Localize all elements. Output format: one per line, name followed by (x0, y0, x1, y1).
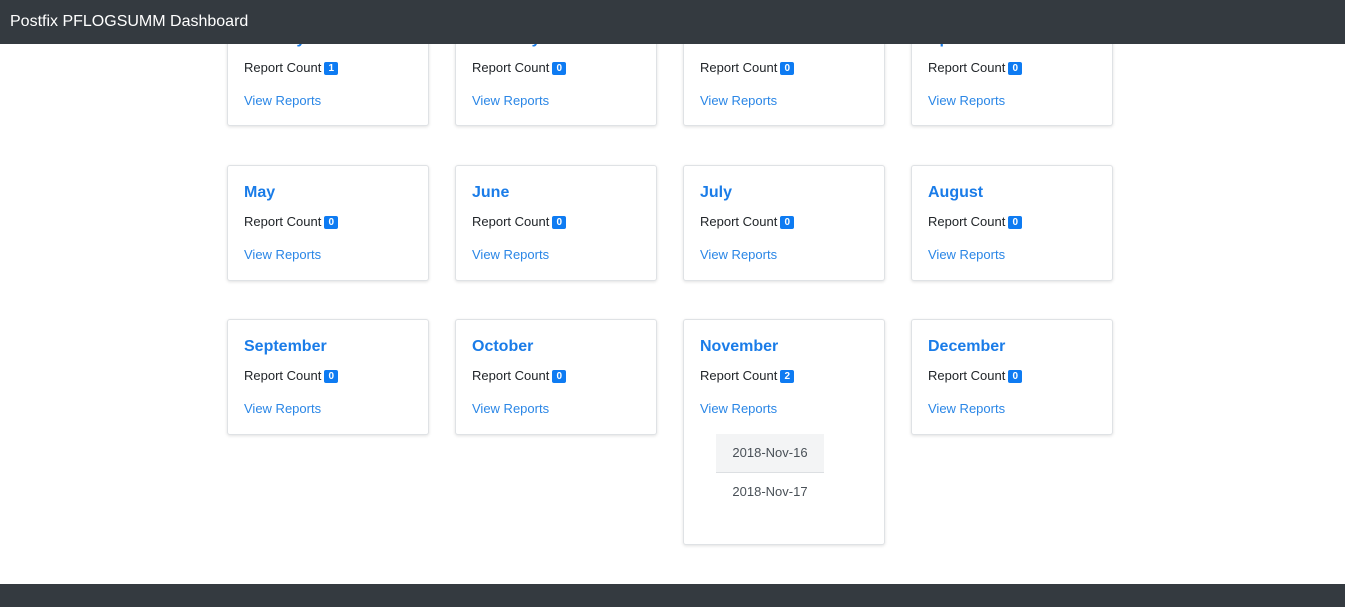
report-count: Report Count 0 (700, 60, 795, 76)
view-reports-link[interactable]: View Reports (700, 401, 777, 417)
report-count-label: Report Count (928, 368, 1006, 383)
month-card-may: May Report Count 0 View Reports (227, 165, 429, 281)
report-count-label: Report Count (472, 368, 550, 383)
month-title: November (700, 338, 779, 355)
report-count-badge: 0 (552, 216, 567, 229)
month-card-august: August Report Count 0 View Reports (911, 165, 1113, 281)
report-count-badge: 0 (1008, 216, 1023, 229)
main-content: January Report Count1 View Reports Febru… (0, 0, 1345, 584)
month-card-june: June Report Count 0 View Reports (455, 165, 657, 281)
report-count: Report Count 0 (472, 60, 567, 76)
report-count-badge: 0 (780, 62, 795, 75)
report-count: Report Count 0 (700, 214, 795, 230)
view-reports-link[interactable]: View Reports (244, 247, 321, 263)
view-reports-link[interactable]: View Reports (472, 401, 549, 417)
report-list-item[interactable]: 2018-Nov-16 (716, 434, 824, 473)
app-title[interactable]: Postfix PFLOGSUMM Dashboard (10, 12, 248, 32)
report-count: Report Count 0 (472, 368, 567, 384)
report-count: Report Count 0 (928, 214, 1023, 230)
view-reports-link[interactable]: View Reports (700, 247, 777, 263)
report-count-label: Report Count (700, 214, 778, 229)
month-title: August (928, 184, 984, 201)
footer (0, 584, 1345, 607)
report-count-label: Report Count (700, 368, 778, 383)
report-count-label: Report Count (244, 60, 322, 75)
view-reports-link[interactable]: View Reports (928, 401, 1005, 417)
report-count: Report Count 0 (928, 60, 1023, 76)
month-card-october: October Report Count 0 View Reports (455, 319, 657, 435)
month-card-july: July Report Count 0 View Reports (683, 165, 885, 281)
month-title: July (700, 184, 733, 201)
report-count: Report Count 0 (244, 368, 339, 384)
report-count-badge: 0 (780, 216, 795, 229)
report-count-label: Report Count (928, 214, 1006, 229)
view-reports-link[interactable]: View Reports (700, 93, 777, 109)
report-count-badge: 1 (324, 62, 339, 75)
month-card-september: September Report Count 0 View Reports (227, 319, 429, 435)
report-count-badge: 0 (324, 370, 339, 383)
view-reports-link[interactable]: View Reports (928, 247, 1005, 263)
report-list: 2018-Nov-16 2018-Nov-17 (716, 434, 824, 511)
report-list-item[interactable]: 2018-Nov-17 (716, 473, 824, 511)
view-reports-link[interactable]: View Reports (244, 93, 321, 109)
view-reports-link[interactable]: View Reports (244, 401, 321, 417)
report-count-badge: 0 (552, 370, 567, 383)
report-count-label: Report Count (472, 60, 550, 75)
navbar: Postfix PFLOGSUMM Dashboard (0, 0, 1345, 44)
month-card-december: December Report Count 0 View Reports (911, 319, 1113, 435)
report-count-label: Report Count (244, 368, 322, 383)
report-count-badge: 0 (1008, 370, 1023, 383)
month-title: June (472, 184, 510, 201)
month-title: October (472, 338, 534, 355)
report-count: Report Count 0 (928, 368, 1023, 384)
report-count-label: Report Count (244, 214, 322, 229)
month-card-november: November Report Count 2 View Reports 2018… (683, 319, 885, 545)
report-count-badge: 0 (324, 216, 339, 229)
month-title: May (244, 184, 276, 201)
report-count: Report Count 0 (244, 214, 339, 230)
month-title: December (928, 338, 1006, 355)
report-count-label: Report Count (700, 60, 778, 75)
report-count-badge: 0 (552, 62, 567, 75)
report-count: Report Count 1 (244, 60, 339, 76)
report-count: Report Count 2 (700, 368, 795, 384)
report-count-label: Report Count (472, 214, 550, 229)
report-count-label: Report Count (928, 60, 1006, 75)
view-reports-link[interactable]: View Reports (472, 247, 549, 263)
report-count: Report Count 0 (472, 214, 567, 230)
month-title: September (244, 338, 327, 355)
report-count-badge: 0 (1008, 62, 1023, 75)
report-count-badge: 2 (780, 370, 795, 383)
view-reports-link[interactable]: View Reports (472, 93, 549, 109)
view-reports-link[interactable]: View Reports (928, 93, 1005, 109)
